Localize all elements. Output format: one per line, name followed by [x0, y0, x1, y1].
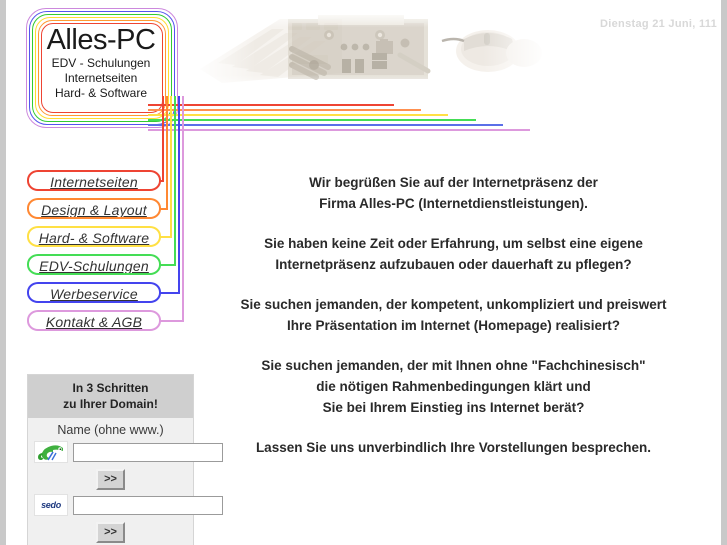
sedo-logo-text: sedo	[41, 500, 61, 510]
nav-item-design-layout[interactable]: Design & Layout	[27, 198, 161, 219]
domain-submit-row-1: >>	[28, 463, 193, 494]
domain-field-label: Name (ohne www.)	[57, 423, 164, 437]
nav-item-werbeservice[interactable]: Werbeservice	[27, 282, 161, 303]
welcome-paragraph-4: Sie suchen jemanden, der mit Ihnen ohne …	[261, 358, 646, 415]
chameleon-icon	[34, 441, 68, 463]
connector-line-green	[148, 119, 476, 121]
welcome-paragraph-3: Sie suchen jemanden, der kompetent, unko…	[240, 297, 667, 333]
logo-subtitle-1: EDV - Schulungen	[51, 56, 151, 70]
page-canvas: Dienstag 21 Juni, 111 Alles-PC EDV - Sch…	[6, 0, 721, 545]
domain-submit-button-2[interactable]: >>	[96, 522, 125, 543]
header-photo-image	[192, 11, 547, 93]
domain-submit-row-2: >>	[28, 516, 193, 545]
welcome-paragraph-2: Sie haben keine Zeit oder Erfahrung, um …	[264, 236, 643, 272]
connector-line-orange	[148, 109, 421, 111]
chameleon-icon-glyph	[38, 444, 63, 460]
nav-item-internetseiten[interactable]: Internetseiten	[27, 170, 161, 191]
header-photo	[192, 11, 547, 93]
connector-line-yellow	[148, 114, 448, 116]
date-label: Dienstag 21 Juni, 111	[600, 18, 717, 30]
welcome-paragraph-1: Wir begrüßen Sie auf der Internetpräsenz…	[309, 175, 598, 211]
domain-input-chameleon[interactable]	[73, 442, 223, 462]
connector-vline-blue	[178, 96, 180, 293]
nav-item-kontakt-agb[interactable]: Kontakt & AGB	[27, 310, 161, 331]
domain-row-sedo: sedo	[28, 494, 223, 516]
connector-line-blue	[148, 124, 503, 126]
domain-lookup-widget: In 3 Schritten zu Ihrer Domain! Name (oh…	[27, 374, 223, 545]
logo-title: Alles-PC	[46, 24, 156, 56]
domain-row-chameleon	[28, 441, 223, 463]
connector-line-red	[148, 104, 394, 106]
domain-input-sedo[interactable]	[73, 495, 223, 515]
logo-text-group: Alles-PC EDV - Schulungen Internetseiten…	[41, 22, 161, 112]
domain-widget-heading: In 3 Schritten zu Ihrer Domain!	[28, 375, 193, 418]
connector-vline-violet	[182, 96, 184, 321]
nav-item-hard-software[interactable]: Hard- & Software	[27, 226, 161, 247]
domain-heading-line-2: zu Ihrer Domain!	[63, 397, 158, 411]
connector-vline-yellow	[170, 96, 172, 237]
welcome-text: Wir begrüßen Sie auf der Internetpräsenz…	[201, 172, 706, 458]
connector-line-violet	[148, 129, 530, 131]
sedo-logo: sedo	[34, 494, 68, 516]
connector-vline-red	[162, 96, 164, 181]
nav-item-edv-schulungen[interactable]: EDV-Schulungen	[27, 254, 161, 275]
welcome-paragraph-5: Lassen Sie uns unverbindlich Ihre Vorste…	[255, 440, 652, 455]
main-navigation: Internetseiten Design & Layout Hard- & S…	[27, 170, 167, 338]
domain-submit-button-1[interactable]: >>	[96, 469, 125, 490]
logo-subtitle-2: Internetseiten	[64, 71, 138, 85]
logo-subtitle-3: Hard- & Software	[54, 86, 148, 100]
page-root: Dienstag 21 Juni, 111 Alles-PC EDV - Sch…	[0, 0, 727, 545]
connector-vline-green	[174, 96, 176, 265]
domain-heading-line-1: In 3 Schritten	[72, 381, 149, 395]
